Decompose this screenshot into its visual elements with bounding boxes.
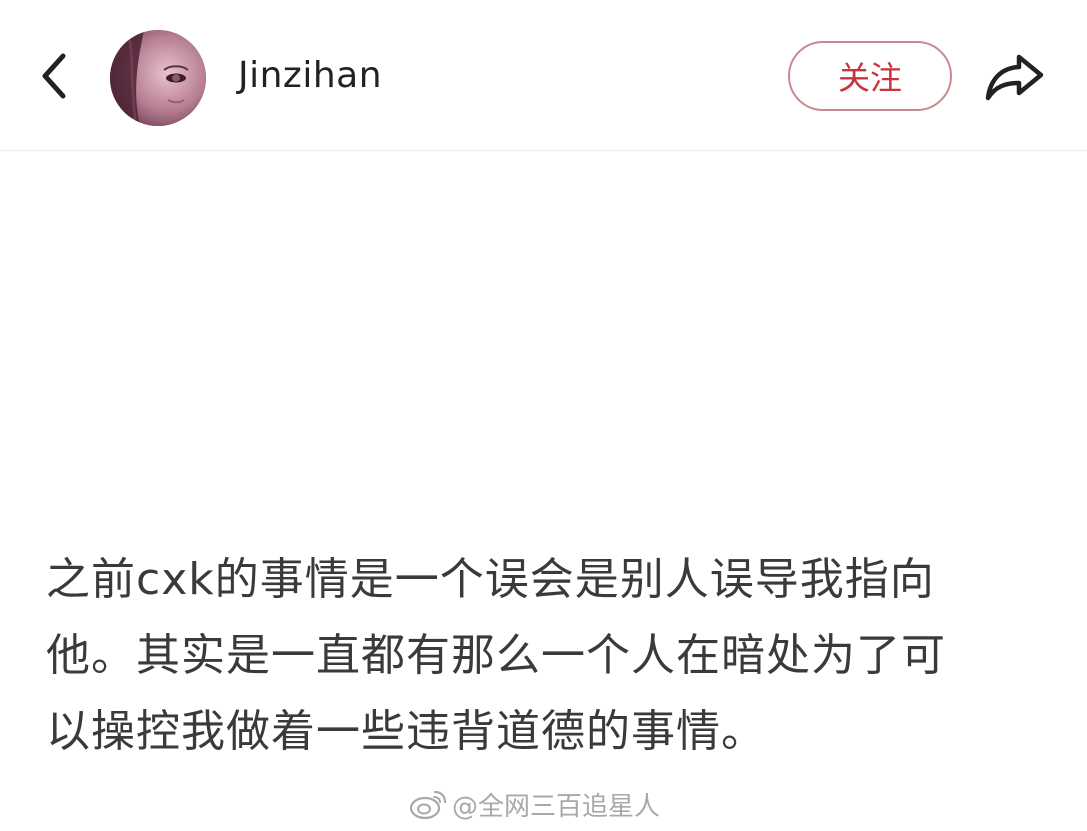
- share-arrow-icon: [985, 54, 1044, 101]
- top-navigation-bar: Jinzihan 关注: [0, 0, 1087, 151]
- share-button[interactable]: [978, 44, 1050, 110]
- avatar-image: [110, 30, 206, 126]
- post-content: 之前cxk的事情是一个误会是别人误导我指向 他。其实是一直都有那么一个人在暗处为…: [46, 542, 1056, 770]
- post-text-line: 以操控我做着一些违背道德的事情。: [46, 706, 766, 757]
- post-text-line: 他。其实是一直都有那么一个人在暗处为了可: [46, 630, 946, 681]
- username[interactable]: Jinzihan: [238, 52, 382, 100]
- avatar[interactable]: [110, 30, 206, 126]
- watermark: @全网三百追星人: [408, 784, 660, 824]
- back-button[interactable]: [28, 48, 80, 104]
- follow-button[interactable]: 关注: [788, 41, 952, 111]
- watermark-text: @全网三百追星人: [452, 791, 661, 822]
- chevron-left-icon: [42, 53, 66, 99]
- post-text-line: 之前cxk的事情是一个误会是别人误导我指向: [46, 554, 935, 605]
- weibo-logo-icon: [409, 790, 447, 820]
